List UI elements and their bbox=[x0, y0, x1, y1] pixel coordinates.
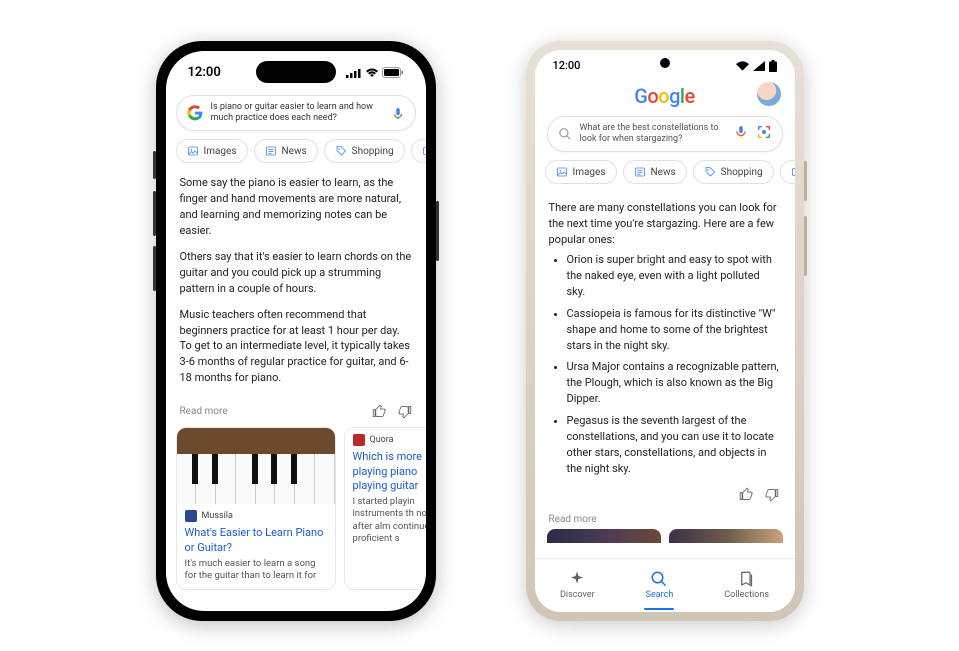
status-time: 12:00 bbox=[188, 65, 221, 80]
nav-search[interactable]: Search bbox=[646, 570, 674, 600]
cellular-icon bbox=[753, 61, 765, 71]
chip-label: Shopping bbox=[352, 146, 394, 157]
pixel-screen: 12:00 Google What are the best constella… bbox=[535, 50, 795, 612]
result-cards: Mussila What's Easier to Learn Piano or … bbox=[166, 427, 426, 589]
favicon-icon bbox=[185, 510, 197, 522]
feedback-thumbs bbox=[535, 485, 795, 504]
read-more-link[interactable]: Read more bbox=[535, 504, 795, 529]
ai-answer-body: Some say the piano is easier to learn, a… bbox=[166, 171, 426, 400]
feedback-row: Read more bbox=[166, 400, 426, 427]
nav-discover[interactable]: Discover bbox=[560, 570, 595, 600]
search-bar[interactable]: What are the best constellations to look… bbox=[547, 116, 783, 153]
thumbs-up-icon[interactable] bbox=[372, 404, 387, 419]
search-bar[interactable]: Is piano or guitar easier to learn and h… bbox=[176, 95, 416, 132]
play-icon bbox=[791, 166, 795, 178]
answer-paragraph: Others say that it's easier to learn cho… bbox=[180, 249, 412, 297]
nav-collections[interactable]: Collections bbox=[724, 570, 769, 600]
nav-label: Search bbox=[646, 590, 674, 600]
result-source: Quora bbox=[353, 434, 426, 446]
source-name: Mussila bbox=[202, 511, 233, 521]
result-thumbnail bbox=[177, 428, 335, 504]
pixel-device-frame: 12:00 Google What are the best constella… bbox=[526, 41, 804, 621]
nav-label: Collections bbox=[724, 590, 769, 600]
battery-icon bbox=[382, 67, 404, 78]
thumbs-down-icon[interactable] bbox=[764, 487, 779, 502]
result-card[interactable]: Quora Which is more playing piano playin… bbox=[344, 427, 426, 589]
answer-bullet: Orion is super bright and easy to spot w… bbox=[567, 252, 781, 300]
answer-bullet-list: Orion is super bright and easy to spot w… bbox=[549, 252, 781, 477]
cellular-icon bbox=[346, 68, 362, 78]
search-query-text: Is piano or guitar easier to learn and h… bbox=[211, 102, 383, 125]
result-thumbnail[interactable] bbox=[669, 529, 783, 543]
dynamic-island bbox=[256, 61, 336, 83]
sparkle-icon bbox=[568, 570, 586, 588]
chip-shopping[interactable]: Shopping bbox=[324, 139, 405, 163]
iphone-screen: 12:00 Is piano or guitar easier to learn… bbox=[166, 51, 426, 611]
result-snippet: It's much easier to learn a song for the… bbox=[185, 558, 327, 583]
status-indicators bbox=[346, 67, 404, 78]
answer-bullet: Pegasus is the seventh largest of the co… bbox=[567, 413, 781, 477]
result-source: Mussila bbox=[185, 510, 327, 522]
result-thumbnail-strip bbox=[535, 529, 795, 543]
play-icon bbox=[422, 145, 426, 157]
chip-label: Images bbox=[204, 146, 237, 157]
wifi-icon bbox=[365, 68, 379, 78]
favicon-icon bbox=[353, 434, 365, 446]
google-g-icon bbox=[187, 105, 203, 121]
bookmark-icon bbox=[738, 570, 756, 588]
nav-label: Discover bbox=[560, 590, 595, 600]
wifi-icon bbox=[736, 61, 749, 71]
chip-images[interactable]: Images bbox=[176, 139, 248, 163]
answer-intro: There are many constellations you can lo… bbox=[549, 200, 781, 248]
battery-icon bbox=[769, 60, 777, 72]
chip-label: News bbox=[651, 167, 676, 178]
thumbs-down-icon[interactable] bbox=[397, 404, 412, 419]
answer-paragraph: Music teachers often recommend that begi… bbox=[180, 307, 412, 387]
result-title: Which is more playing piano playing guit… bbox=[353, 450, 426, 493]
profile-avatar[interactable] bbox=[757, 82, 781, 106]
search-icon bbox=[650, 570, 668, 588]
search-query-text: What are the best constellations to look… bbox=[580, 123, 726, 146]
voice-search-icon[interactable] bbox=[391, 106, 405, 120]
google-logo: Google bbox=[634, 84, 695, 108]
search-filter-chips: Images News Shopping Vide bbox=[166, 139, 426, 171]
tag-icon bbox=[335, 145, 347, 157]
answer-paragraph: Some say the piano is easier to learn, a… bbox=[180, 175, 412, 239]
chip-news[interactable]: News bbox=[254, 139, 318, 163]
chip-news[interactable]: News bbox=[623, 160, 687, 184]
result-title: What's Easier to Learn Piano or Guitar? bbox=[185, 526, 327, 555]
read-more-link[interactable]: Read more bbox=[180, 406, 228, 417]
search-filter-chips: Images News Shopping Vide bbox=[535, 160, 795, 192]
result-snippet: I started playin instruments th now, aft… bbox=[353, 496, 426, 545]
news-icon bbox=[634, 166, 646, 178]
image-icon bbox=[556, 166, 568, 178]
chip-label: Images bbox=[573, 167, 606, 178]
chip-label: Shopping bbox=[721, 167, 763, 178]
chip-videos[interactable]: Vide bbox=[411, 139, 426, 163]
chip-images[interactable]: Images bbox=[545, 160, 617, 184]
tag-icon bbox=[704, 166, 716, 178]
result-card[interactable]: Mussila What's Easier to Learn Piano or … bbox=[176, 427, 336, 589]
chip-label: News bbox=[282, 146, 307, 157]
status-time: 12:00 bbox=[553, 59, 581, 72]
camera-punch-hole bbox=[660, 58, 670, 68]
answer-bullet: Cassiopeia is famous for its distinctive… bbox=[567, 306, 781, 354]
news-icon bbox=[265, 145, 277, 157]
chip-videos[interactable]: Vide bbox=[780, 160, 795, 184]
search-icon bbox=[558, 127, 572, 141]
google-lens-icon[interactable] bbox=[756, 124, 772, 144]
result-thumbnail[interactable] bbox=[547, 529, 661, 543]
source-name: Quora bbox=[370, 435, 394, 445]
thumbs-up-icon[interactable] bbox=[739, 487, 754, 502]
image-icon bbox=[187, 145, 199, 157]
iphone-device-frame: 12:00 Is piano or guitar easier to learn… bbox=[156, 41, 436, 621]
chip-shopping[interactable]: Shopping bbox=[693, 160, 774, 184]
answer-bullet: Ursa Major contains a recognizable patte… bbox=[567, 359, 781, 407]
bottom-nav: Discover Search Collections bbox=[535, 558, 795, 612]
google-header: Google bbox=[535, 78, 795, 112]
ai-answer-body: There are many constellations you can lo… bbox=[535, 192, 795, 485]
voice-search-icon[interactable] bbox=[734, 124, 748, 143]
status-indicators bbox=[736, 60, 777, 72]
